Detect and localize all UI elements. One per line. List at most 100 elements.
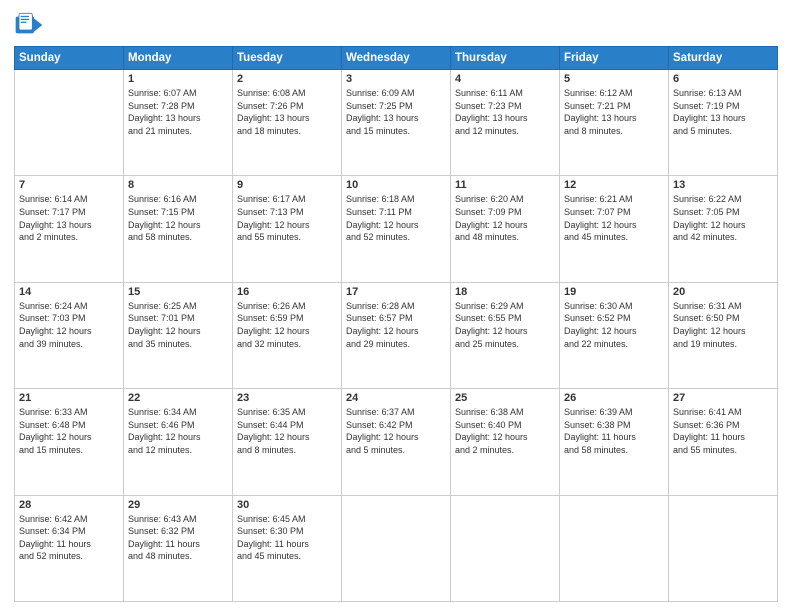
calendar-cell <box>451 495 560 601</box>
calendar-cell: 15Sunrise: 6:25 AM Sunset: 7:01 PM Dayli… <box>124 282 233 388</box>
day-number: 13 <box>673 179 773 191</box>
calendar-cell: 20Sunrise: 6:31 AM Sunset: 6:50 PM Dayli… <box>669 282 778 388</box>
calendar-cell: 27 Sunrise: 6:41 AM Sunset: 6:36 PM Dayli… <box>669 389 778 495</box>
calendar-cell: 22 Sunrise: 6:34 AM Sunset: 6:46 PM Dayli… <box>124 389 233 495</box>
day-info: Sunrise: 6:11 AM Sunset: 7:23 PM Dayligh… <box>455 87 555 137</box>
calendar: SundayMondayTuesdayWednesdayThursdayFrid… <box>14 46 778 602</box>
calendar-cell: 29Sunrise: 6:43 AM Sunset: 6:32 PM Dayli… <box>124 495 233 601</box>
calendar-cell: 26 Sunrise: 6:39 AM Sunset: 6:38 PM Dayli… <box>560 389 669 495</box>
calendar-cell: 25 Sunrise: 6:38 AM Sunset: 6:40 PM Dayli… <box>451 389 560 495</box>
day-number: 5 <box>564 73 664 85</box>
week-row-4: 21 Sunrise: 6:33 AM Sunset: 6:48 PM Dayli… <box>15 389 778 495</box>
day-info: Sunrise: 6:37 AM Sunset: 6:42 PM Dayligh… <box>346 406 446 456</box>
calendar-cell: 28Sunrise: 6:42 AM Sunset: 6:34 PM Dayli… <box>15 495 124 601</box>
calendar-cell: 21 Sunrise: 6:33 AM Sunset: 6:48 PM Dayli… <box>15 389 124 495</box>
calendar-cell: 3 Sunrise: 6:09 AM Sunset: 7:25 PM Daylig… <box>342 70 451 176</box>
calendar-cell: 16 Sunrise: 6:26 AM Sunset: 6:59 PM Dayli… <box>233 282 342 388</box>
day-number: 8 <box>128 179 228 191</box>
day-number: 22 <box>128 392 228 404</box>
day-number: 6 <box>673 73 773 85</box>
week-row-5: 28Sunrise: 6:42 AM Sunset: 6:34 PM Dayli… <box>15 495 778 601</box>
day-number: 1 <box>128 73 228 85</box>
day-number: 27 <box>673 392 773 404</box>
day-info: Sunrise: 6:13 AM Sunset: 7:19 PM Dayligh… <box>673 87 773 137</box>
day-number: 25 <box>455 392 555 404</box>
day-number: 7 <box>19 179 119 191</box>
day-number: 23 <box>237 392 337 404</box>
day-info: Sunrise: 6:12 AM Sunset: 7:21 PM Dayligh… <box>564 87 664 137</box>
day-number: 10 <box>346 179 446 191</box>
day-info: Sunrise: 6:22 AM Sunset: 7:05 PM Dayligh… <box>673 193 773 243</box>
day-info: Sunrise: 6:14 AM Sunset: 7:17 PM Dayligh… <box>19 193 119 243</box>
day-info: Sunrise: 6:24 AM Sunset: 7:03 PM Dayligh… <box>19 300 119 350</box>
calendar-cell: 13 Sunrise: 6:22 AM Sunset: 7:05 PM Dayli… <box>669 176 778 282</box>
day-info: Sunrise: 6:09 AM Sunset: 7:25 PM Dayligh… <box>346 87 446 137</box>
week-row-2: 7 Sunrise: 6:14 AM Sunset: 7:17 PM Daylig… <box>15 176 778 282</box>
day-info: Sunrise: 6:07 AM Sunset: 7:28 PM Dayligh… <box>128 87 228 137</box>
day-info: Sunrise: 6:21 AM Sunset: 7:07 PM Dayligh… <box>564 193 664 243</box>
calendar-cell: 8Sunrise: 6:16 AM Sunset: 7:15 PM Daylig… <box>124 176 233 282</box>
calendar-cell: 18Sunrise: 6:29 AM Sunset: 6:55 PM Dayli… <box>451 282 560 388</box>
logo <box>14 10 48 40</box>
day-number: 14 <box>19 286 119 298</box>
calendar-cell: 4 Sunrise: 6:11 AM Sunset: 7:23 PM Daylig… <box>451 70 560 176</box>
day-number: 2 <box>237 73 337 85</box>
calendar-cell: 14 Sunrise: 6:24 AM Sunset: 7:03 PM Dayli… <box>15 282 124 388</box>
calendar-cell: 5 Sunrise: 6:12 AM Sunset: 7:21 PM Daylig… <box>560 70 669 176</box>
weekday-wednesday: Wednesday <box>342 47 451 70</box>
calendar-cell: 7 Sunrise: 6:14 AM Sunset: 7:17 PM Daylig… <box>15 176 124 282</box>
calendar-cell: 17Sunrise: 6:28 AM Sunset: 6:57 PM Dayli… <box>342 282 451 388</box>
day-number: 12 <box>564 179 664 191</box>
day-info: Sunrise: 6:17 AM Sunset: 7:13 PM Dayligh… <box>237 193 337 243</box>
calendar-cell <box>342 495 451 601</box>
day-info: Sunrise: 6:38 AM Sunset: 6:40 PM Dayligh… <box>455 406 555 456</box>
day-info: Sunrise: 6:43 AM Sunset: 6:32 PM Dayligh… <box>128 513 228 563</box>
calendar-cell: 23 Sunrise: 6:35 AM Sunset: 6:44 PM Dayli… <box>233 389 342 495</box>
calendar-cell: 30 Sunrise: 6:45 AM Sunset: 6:30 PM Dayli… <box>233 495 342 601</box>
calendar-cell <box>560 495 669 601</box>
day-info: Sunrise: 6:29 AM Sunset: 6:55 PM Dayligh… <box>455 300 555 350</box>
calendar-cell: 19Sunrise: 6:30 AM Sunset: 6:52 PM Dayli… <box>560 282 669 388</box>
weekday-friday: Friday <box>560 47 669 70</box>
weekday-sunday: Sunday <box>15 47 124 70</box>
day-info: Sunrise: 6:45 AM Sunset: 6:30 PM Dayligh… <box>237 513 337 563</box>
logo-icon <box>14 10 44 40</box>
calendar-cell: 24 Sunrise: 6:37 AM Sunset: 6:42 PM Dayli… <box>342 389 451 495</box>
day-number: 21 <box>19 392 119 404</box>
page: SundayMondayTuesdayWednesdayThursdayFrid… <box>0 0 792 612</box>
header <box>14 10 778 40</box>
day-info: Sunrise: 6:20 AM Sunset: 7:09 PM Dayligh… <box>455 193 555 243</box>
week-row-1: 1 Sunrise: 6:07 AM Sunset: 7:28 PM Daylig… <box>15 70 778 176</box>
day-number: 11 <box>455 179 555 191</box>
calendar-cell: 11 Sunrise: 6:20 AM Sunset: 7:09 PM Dayli… <box>451 176 560 282</box>
day-info: Sunrise: 6:35 AM Sunset: 6:44 PM Dayligh… <box>237 406 337 456</box>
day-info: Sunrise: 6:26 AM Sunset: 6:59 PM Dayligh… <box>237 300 337 350</box>
day-info: Sunrise: 6:08 AM Sunset: 7:26 PM Dayligh… <box>237 87 337 137</box>
day-number: 19 <box>564 286 664 298</box>
day-number: 4 <box>455 73 555 85</box>
day-number: 26 <box>564 392 664 404</box>
day-info: Sunrise: 6:18 AM Sunset: 7:11 PM Dayligh… <box>346 193 446 243</box>
calendar-cell: 9 Sunrise: 6:17 AM Sunset: 7:13 PM Daylig… <box>233 176 342 282</box>
weekday-saturday: Saturday <box>669 47 778 70</box>
day-info: Sunrise: 6:33 AM Sunset: 6:48 PM Dayligh… <box>19 406 119 456</box>
calendar-cell: 2 Sunrise: 6:08 AM Sunset: 7:26 PM Daylig… <box>233 70 342 176</box>
day-info: Sunrise: 6:34 AM Sunset: 6:46 PM Dayligh… <box>128 406 228 456</box>
calendar-cell: 6 Sunrise: 6:13 AM Sunset: 7:19 PM Daylig… <box>669 70 778 176</box>
day-number: 20 <box>673 286 773 298</box>
day-info: Sunrise: 6:28 AM Sunset: 6:57 PM Dayligh… <box>346 300 446 350</box>
day-number: 9 <box>237 179 337 191</box>
week-row-3: 14 Sunrise: 6:24 AM Sunset: 7:03 PM Dayli… <box>15 282 778 388</box>
day-number: 24 <box>346 392 446 404</box>
weekday-header-row: SundayMondayTuesdayWednesdayThursdayFrid… <box>15 47 778 70</box>
calendar-cell <box>15 70 124 176</box>
calendar-cell <box>669 495 778 601</box>
day-info: Sunrise: 6:41 AM Sunset: 6:36 PM Dayligh… <box>673 406 773 456</box>
day-info: Sunrise: 6:39 AM Sunset: 6:38 PM Dayligh… <box>564 406 664 456</box>
day-number: 16 <box>237 286 337 298</box>
weekday-monday: Monday <box>124 47 233 70</box>
day-number: 3 <box>346 73 446 85</box>
day-number: 28 <box>19 499 119 511</box>
day-number: 30 <box>237 499 337 511</box>
day-info: Sunrise: 6:25 AM Sunset: 7:01 PM Dayligh… <box>128 300 228 350</box>
